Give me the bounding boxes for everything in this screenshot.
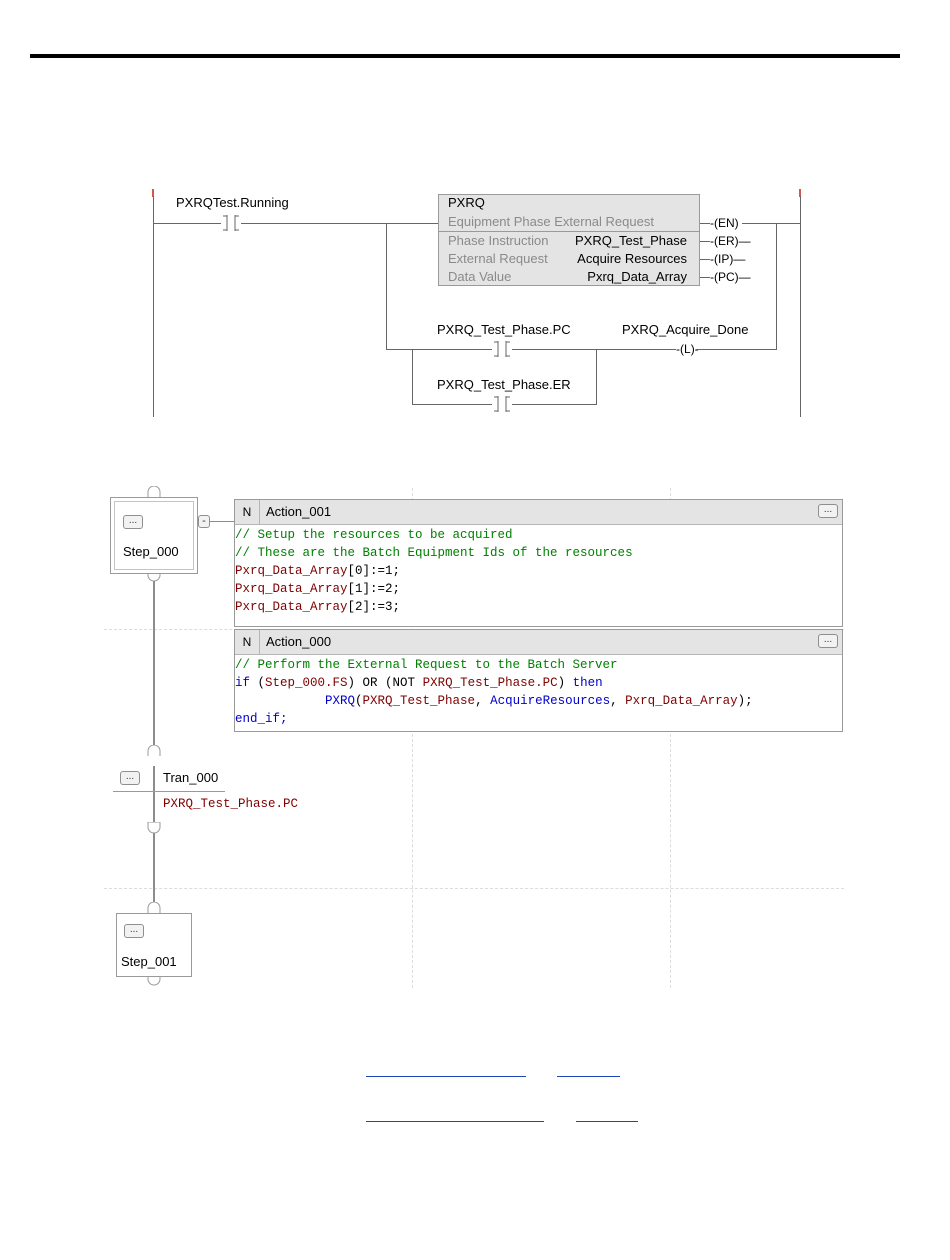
pin-wire xyxy=(742,223,800,224)
rung-wire xyxy=(153,223,221,224)
operand-value[interactable]: Acquire Resources xyxy=(577,251,687,266)
link-underline[interactable] xyxy=(576,1121,638,1122)
pin-wire xyxy=(700,259,710,260)
rung-wire xyxy=(241,223,438,224)
left-power-rail xyxy=(153,196,154,417)
pin-er: -(ER)— xyxy=(710,234,751,248)
branch-wire xyxy=(596,349,597,405)
pin-ip: -(IP)— xyxy=(710,252,746,266)
tran-000-label: Tran_000 xyxy=(163,770,219,785)
action-000-header: N Action_000 ... xyxy=(235,630,842,655)
step-001-label: Step_001 xyxy=(121,954,177,969)
link-underline[interactable] xyxy=(557,1076,620,1077)
step-000-label: Step_000 xyxy=(123,544,179,559)
pin-en: -(EN) xyxy=(710,216,739,230)
action-001-qualifier: N xyxy=(235,500,260,524)
pin-wire xyxy=(700,223,710,224)
action-001-header: N Action_001 ... xyxy=(235,500,842,525)
header-rule xyxy=(30,54,900,58)
operand-label: Phase Instruction xyxy=(448,233,549,248)
action-001-name: Action_001 xyxy=(266,504,332,519)
operand-label: External Request xyxy=(448,251,548,266)
action-000[interactable]: N Action_000 ... // Perform the External… xyxy=(234,629,843,732)
instruction-description: Equipment Phase External Request xyxy=(448,214,654,229)
step-001[interactable]: ... Step_001 xyxy=(116,913,192,977)
branch-wire xyxy=(412,404,492,405)
operand-value[interactable]: PXRQ_Test_Phase xyxy=(575,233,687,248)
step-000[interactable]: ... Step_000 xyxy=(110,497,198,574)
contact3-tag: PXRQ_Test_Phase.ER xyxy=(437,377,571,392)
action-connector xyxy=(210,521,234,522)
action-000-qualifier: N xyxy=(235,630,260,654)
code-comment: // These are the Batch Equipment Ids of … xyxy=(235,546,633,560)
link-underline[interactable] xyxy=(366,1076,526,1077)
branch-wire xyxy=(386,349,492,350)
tran-bottom-pin xyxy=(147,822,161,834)
right-power-rail xyxy=(800,196,801,417)
transition-bar[interactable] xyxy=(113,791,225,792)
code-assignment: Pxrq_Data_Array[0]:=1; xyxy=(235,564,401,578)
code-if-line: if (Step_000.FS) OR (NOT PXRQ_Test_Phase… xyxy=(235,676,603,690)
sfc-link xyxy=(153,832,155,906)
pxrq-instruction-block[interactable]: PXRQ Equipment Phase External Request Ph… xyxy=(438,194,700,286)
tran-top-pin xyxy=(147,745,161,756)
pin-pc: -(PC)— xyxy=(710,270,751,284)
action-000-name: Action_000 xyxy=(266,634,332,649)
operand-label: Data Value xyxy=(448,269,512,284)
code-comment: // Perform the External Request to the B… xyxy=(235,658,618,672)
pin-wire xyxy=(700,277,710,278)
sfc-link xyxy=(153,578,155,753)
xic-contact-1[interactable] xyxy=(221,215,241,231)
branch-wire xyxy=(512,404,597,405)
code-comment: // Setup the resources to be acquired xyxy=(235,528,513,542)
coil-tag: PXRQ_Acquire_Done xyxy=(622,322,749,337)
action-001[interactable]: N Action_001 ... // Setup the resources … xyxy=(234,499,843,627)
action-001-expand-button[interactable]: ... xyxy=(818,504,838,518)
action-000-expand-button[interactable]: ... xyxy=(818,634,838,648)
code-assignment: Pxrq_Data_Array[1]:=2; xyxy=(235,582,401,596)
code-end-line: end_if; xyxy=(235,712,288,726)
xic-contact-3[interactable] xyxy=(492,396,512,412)
step-000-expand-button[interactable]: ... xyxy=(123,515,143,529)
branch-wire xyxy=(512,349,676,350)
code-call-line: PXRQ(PXRQ_Test_Phase, AcquireResources, … xyxy=(325,694,753,708)
transition-condition: PXRQ_Test_Phase.PC xyxy=(163,797,299,811)
step-001-expand-button[interactable]: ... xyxy=(124,924,144,938)
branch-wire xyxy=(412,349,413,405)
code-assignment: Pxrq_Data_Array[2]:=3; xyxy=(235,600,401,614)
tran-000-expand-button[interactable]: ... xyxy=(120,771,140,785)
xic-contact-2[interactable] xyxy=(492,341,512,357)
sfc-link xyxy=(153,766,155,822)
contact2-tag: PXRQ_Test_Phase.PC xyxy=(437,322,571,337)
coil-wire xyxy=(776,223,777,350)
link-underline[interactable] xyxy=(366,1121,544,1122)
operand-value[interactable]: Pxrq_Data_Array xyxy=(587,269,687,284)
instruction-name: PXRQ xyxy=(448,195,485,210)
pin-wire xyxy=(700,241,710,242)
coil-wire xyxy=(696,349,776,350)
step1-bottom-pin xyxy=(147,976,161,986)
branch-wire xyxy=(386,223,387,349)
collapse-actions-button[interactable]: - xyxy=(198,515,210,528)
contact1-tag: PXRQTest.Running xyxy=(176,195,289,210)
